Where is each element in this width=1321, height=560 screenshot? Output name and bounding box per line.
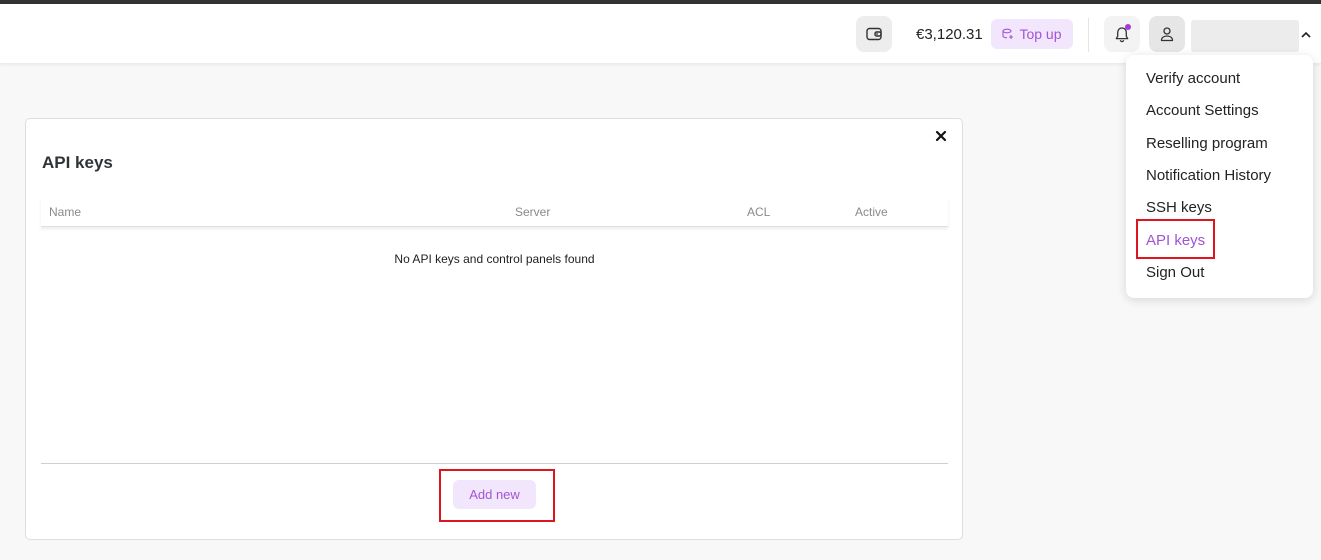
close-button[interactable] <box>932 127 950 145</box>
menu-item-verify-account[interactable]: Verify account <box>1146 70 1240 87</box>
table-header: Name Server ACL Active <box>41 197 948 227</box>
user-menu-button[interactable] <box>1149 16 1185 52</box>
wallet-button[interactable] <box>856 16 892 52</box>
column-header-name: Name <box>49 205 82 219</box>
top-up-label: Top up <box>1019 26 1062 42</box>
user-icon <box>1160 27 1174 42</box>
menu-item-api-keys[interactable]: API keys <box>1146 232 1205 249</box>
menu-item-reselling-program[interactable]: Reselling program <box>1146 135 1268 152</box>
chevron-up-icon[interactable] <box>1300 31 1312 39</box>
menu-item-account-settings[interactable]: Account Settings <box>1146 102 1259 119</box>
close-icon <box>935 130 947 142</box>
wallet-icon <box>866 27 882 41</box>
coins-icon <box>1002 28 1014 39</box>
panel-title: API keys <box>42 153 113 172</box>
column-header-active: Active <box>855 205 888 219</box>
username-redacted[interactable] <box>1191 20 1299 52</box>
api-keys-panel: API keys Name Server ACL Active No API k… <box>25 118 963 540</box>
top-header: €3,120.31 Top up <box>0 4 1321 64</box>
top-up-button[interactable]: Top up <box>991 19 1073 49</box>
footer-divider <box>41 463 948 464</box>
menu-item-ssh-keys[interactable]: SSH keys <box>1146 199 1212 216</box>
header-divider <box>1088 18 1089 52</box>
notification-dot <box>1125 24 1131 30</box>
notifications-button[interactable] <box>1104 16 1140 52</box>
column-header-acl: ACL <box>747 205 771 219</box>
user-dropdown-menu: Verify account Account Settings Resellin… <box>1126 55 1313 298</box>
menu-item-sign-out[interactable]: Sign Out <box>1146 264 1204 281</box>
column-header-server: Server <box>515 205 551 219</box>
menu-item-notification-history[interactable]: Notification History <box>1146 167 1271 184</box>
add-new-button[interactable]: Add new <box>453 480 536 509</box>
account-balance: €3,120.31 <box>916 26 983 43</box>
empty-state-message: No API keys and control panels found <box>394 252 595 266</box>
